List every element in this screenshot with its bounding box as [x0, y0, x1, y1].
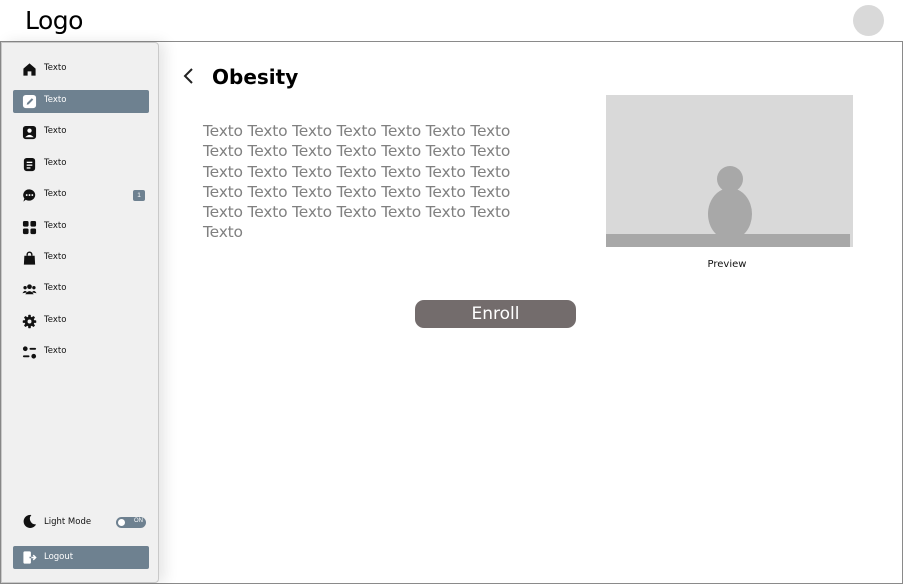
logout-button[interactable]: Logout: [13, 546, 149, 569]
avatar[interactable]: [853, 5, 884, 36]
image-icon: [22, 125, 37, 140]
sidebar-item-chat[interactable]: Texto 1: [13, 184, 149, 207]
moon-icon: [22, 514, 37, 529]
light-mode-label: Light Mode: [44, 517, 92, 527]
sidebar-item-grid[interactable]: Texto: [13, 216, 149, 239]
page-title: Obesity: [212, 65, 299, 89]
sidebar-item-users[interactable]: Texto: [13, 278, 149, 301]
chat-icon: [22, 188, 37, 203]
preview-label: Preview: [707, 259, 747, 270]
sidebar-item-home[interactable]: Texto: [13, 58, 149, 81]
sidebar-item-label: Texto: [44, 158, 67, 168]
gear-icon: [22, 314, 37, 329]
sidebar-item-edit[interactable]: Texto: [13, 90, 149, 113]
top-header: Logo: [0, 0, 903, 42]
logout-label: Logout: [44, 552, 74, 562]
sidebar-item-sliders[interactable]: Texto: [13, 341, 149, 364]
sidebar-item-image[interactable]: Texto: [13, 121, 149, 144]
grid-icon: [22, 220, 37, 235]
sidebar-item-label: Texto: [44, 283, 67, 293]
sidebar-item-bag[interactable]: Texto: [13, 247, 149, 270]
toggle-state: ON: [134, 518, 143, 524]
sidebar-item-label: Texto: [44, 315, 67, 325]
users-icon: [22, 282, 37, 297]
enroll-button[interactable]: Enroll: [415, 300, 576, 328]
light-mode-row: Light Mode ON: [13, 511, 149, 533]
notification-badge: 1: [133, 190, 145, 201]
sidebar-item-label: Texto: [44, 221, 67, 231]
toggle-knob: [118, 519, 125, 526]
logo[interactable]: Logo: [25, 6, 83, 35]
sidebar-item-settings[interactable]: Texto: [13, 310, 149, 333]
sidebar-item-label: Texto: [44, 63, 67, 73]
sidebar-item-label: Texto: [44, 95, 67, 105]
preview-image[interactable]: [606, 95, 853, 247]
light-mode-toggle[interactable]: ON: [116, 517, 146, 528]
sidebar-item-document[interactable]: Texto: [13, 153, 149, 176]
back-chevron-icon[interactable]: [180, 66, 198, 86]
course-description: Texto Texto Texto Texto Texto Texto Text…: [203, 122, 511, 242]
sidebar-item-label: Texto: [44, 189, 67, 199]
home-icon: [22, 62, 37, 77]
edit-icon: [22, 94, 37, 109]
sidebar-item-label: Texto: [44, 346, 67, 356]
sidebar-item-label: Texto: [44, 126, 67, 136]
sliders-icon: [22, 345, 37, 360]
document-icon: [22, 157, 37, 172]
sidebar-item-label: Texto: [44, 252, 67, 262]
bag-icon: [22, 251, 37, 266]
sidebar: Texto Texto Texto Texto Texto 1 Texto Te…: [1, 42, 159, 583]
logout-icon: [22, 550, 37, 565]
